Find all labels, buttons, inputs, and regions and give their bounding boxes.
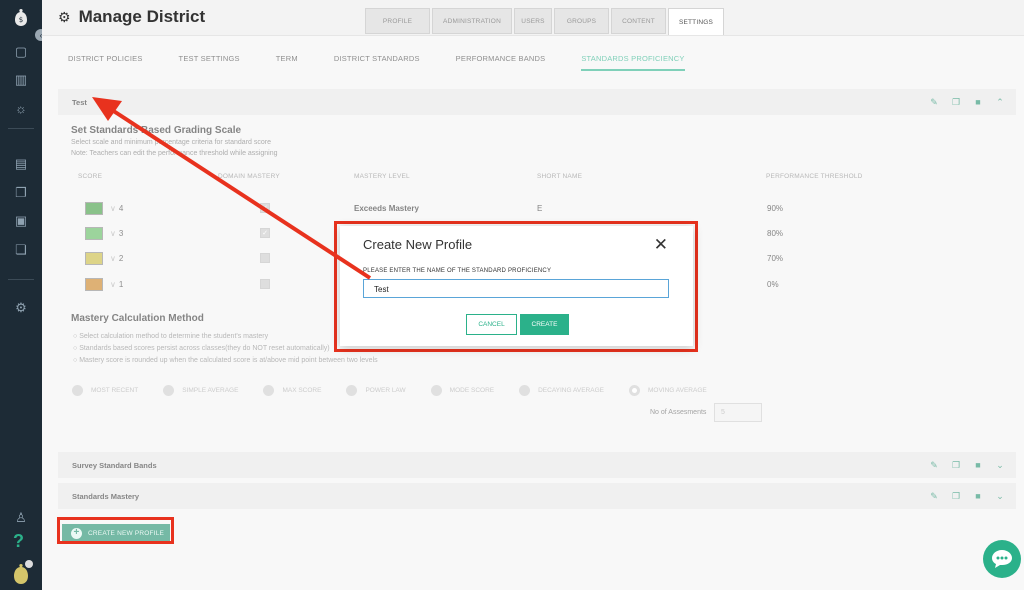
lightbulb-icon[interactable]: ☼	[11, 98, 31, 118]
tab-settings[interactable]: SETTINGS	[668, 8, 724, 36]
annotation-box-create	[57, 517, 174, 544]
tab-groups[interactable]: GROUPS	[554, 8, 609, 34]
cancel-button[interactable]: CANCEL	[466, 314, 517, 335]
tab-content[interactable]: CONTENT	[611, 8, 666, 34]
profile-name-input[interactable]: Test	[363, 279, 669, 298]
clipboard-icon[interactable]: ▢	[11, 42, 31, 62]
help-icon[interactable]: ?	[13, 531, 24, 552]
modal-title: Create New Profile	[363, 237, 473, 252]
avatar[interactable]	[9, 560, 33, 586]
title-wrap: ⚙ Manage District	[58, 7, 205, 27]
sidebar: $ ‹ ▢ ▥ ☼ ▤ ❐ ▣ ❏ ⚙ ♙ ?	[0, 0, 47, 590]
close-icon[interactable]: ✕	[654, 235, 668, 255]
chat-icon	[992, 550, 1012, 568]
create-button[interactable]: CREATE	[520, 314, 569, 335]
tab-users[interactable]: USERS	[514, 8, 552, 34]
tab-administration[interactable]: ADMINISTRATION	[432, 8, 512, 34]
tab-profile[interactable]: PROFILE	[365, 8, 430, 34]
create-profile-modal: Create New Profile ✕ PLEASE ENTER THE NA…	[340, 226, 693, 346]
logo-icon: $	[15, 9, 27, 26]
modal-input-label: PLEASE ENTER THE NAME OF THE STANDARD PR…	[363, 268, 552, 274]
settings-icon[interactable]: ⚙	[11, 298, 31, 318]
sidebar-divider	[8, 128, 34, 129]
page-header: ⚙ Manage District PROFILE ADMINISTRATION…	[42, 0, 1024, 36]
copy-icon[interactable]: ❐	[11, 183, 31, 203]
sidebar-divider	[8, 279, 34, 280]
rocket-icon[interactable]: ♙	[11, 508, 31, 528]
gear-icon: ⚙	[58, 8, 71, 25]
video-icon[interactable]: ▣	[11, 211, 31, 231]
chat-button[interactable]	[983, 540, 1021, 578]
documents-icon[interactable]: ❏	[11, 240, 31, 260]
svg-text:$: $	[19, 16, 23, 24]
bar-chart-icon[interactable]: ▥	[11, 70, 31, 90]
top-tabs: PROFILE ADMINISTRATION USERS GROUPS CONT…	[365, 8, 724, 36]
page-title: Manage District	[78, 7, 206, 26]
book-icon[interactable]: ▤	[11, 154, 31, 174]
